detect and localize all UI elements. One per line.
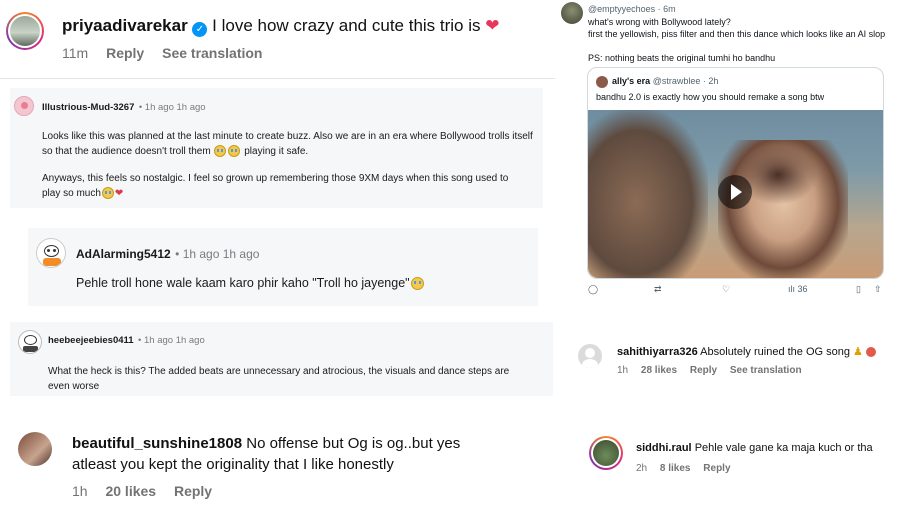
see-translation-link[interactable]: See translation (730, 365, 802, 376)
reddit-comment-card: heebeejeebies0411 • 1h ago 1h ago What t… (10, 322, 553, 396)
comment-row: beautiful_sunshine1808 No offense but Og… (72, 433, 532, 475)
avatar[interactable] (561, 2, 583, 24)
tweet-handle[interactable]: @emptyyechoes · 6m (588, 4, 676, 14)
username-link[interactable]: sahithiyarra326 (617, 346, 698, 358)
timestamp: 11m (62, 45, 89, 61)
like-icon[interactable]: ♡ (722, 284, 730, 295)
comment-meta: 1h 28 likes Reply See translation (617, 365, 802, 376)
likes-count[interactable]: 8 likes (660, 463, 691, 474)
comment-body: Looks like this was planned at the last … (42, 129, 537, 159)
avatar[interactable] (578, 344, 602, 368)
username-link[interactable]: heebeejeebies0411 (48, 335, 134, 346)
reply-button[interactable]: Reply (690, 365, 717, 376)
divider (0, 78, 555, 79)
smirk-emoji-icon (410, 277, 424, 291)
username-link[interactable]: siddhi.raul (636, 442, 692, 454)
avatar[interactable] (18, 330, 42, 354)
tweet-text: PS: nothing beats the original tumhi ho … (588, 53, 776, 63)
timestamp: • 1h ago 1h ago (138, 335, 205, 346)
crying-emoji-icon (101, 187, 114, 200)
username-link[interactable]: priyaadivarekar (62, 16, 188, 35)
comment-text: playing it safe. (244, 146, 309, 157)
retweet-icon[interactable]: ⇄ (654, 284, 662, 295)
reply-button[interactable]: Reply (174, 483, 212, 499)
heart-emoji-icon: ❤ (114, 188, 124, 199)
timestamp: 1h (617, 365, 629, 376)
bookmark-icon[interactable]: ▯ (856, 284, 861, 295)
reply-button[interactable]: Reply (703, 463, 730, 474)
reddit-comment-card: AdAlarming5412 • 1h ago 1h ago Pehle tro… (28, 228, 538, 306)
quote-handle[interactable]: @strawblee · 2h (653, 76, 719, 86)
comment-text: Anyways, this feels so nostalgic. I feel… (42, 173, 509, 184)
comment-text: play so much (42, 188, 101, 199)
username-link[interactable]: beautiful_sunshine1808 (72, 435, 242, 452)
comment-body: What the heck is this? The added beats a… (48, 364, 548, 394)
comment-text: even worse (48, 381, 100, 392)
comment-header: Illustrious-Mud-3267 • 1h ago 1h ago (42, 97, 206, 115)
comment-text: atleast you kept the originality that I … (72, 456, 394, 473)
timestamp: 2h (636, 463, 648, 474)
likes-count[interactable]: 28 likes (641, 365, 677, 376)
comment-body: Anyways, this feels so nostalgic. I feel… (42, 171, 537, 201)
username-link[interactable]: AdAlarming5412 (76, 247, 171, 261)
quoted-tweet[interactable]: ally's era @strawblee · 2h bandhu 2.0 is… (587, 67, 884, 279)
comment-meta: 11m Reply See translation (62, 45, 276, 61)
see-translation-link[interactable]: See translation (162, 45, 262, 61)
tweet-text: first the yellowish, piss filter and the… (588, 29, 886, 39)
views-icon[interactable]: ılı 36 (788, 284, 808, 294)
comment-text: Absolutely ruined the OG song (700, 346, 850, 358)
video-thumbnail[interactable] (588, 110, 883, 278)
play-icon[interactable] (718, 175, 752, 209)
tweet-actions: ◯ ⇄ ♡ ılı 36 ▯ ⇧ (588, 284, 888, 298)
quote-name[interactable]: ally's era (612, 76, 650, 86)
avatar[interactable] (14, 96, 34, 116)
comment-row: sahithiyarra326 Absolutely ruined the OG… (617, 345, 876, 358)
comment-text: I love how crazy and cute this trio is (212, 16, 481, 35)
views-count: 36 (797, 284, 808, 294)
avatar[interactable] (6, 12, 44, 50)
comment-text: No offense but Og is og..but yes (246, 435, 461, 452)
likes-count[interactable]: 20 likes (105, 483, 156, 499)
reply-button[interactable]: Reply (106, 45, 144, 61)
comment-header: AdAlarming5412 • 1h ago 1h ago (76, 245, 259, 263)
timestamp: • 1h ago 1h ago (138, 102, 206, 113)
reddit-comment-card: Illustrious-Mud-3267 • 1h ago 1h ago Loo… (10, 88, 543, 208)
avatar[interactable] (18, 432, 52, 466)
reply-icon[interactable]: ◯ (588, 284, 598, 295)
person-emoji-icon: ♟ (853, 346, 863, 358)
comment-text: Pehle vale gane ka maja kuch or tha (694, 442, 873, 454)
comment-row: siddhi.raul Pehle vale gane ka maja kuch… (636, 442, 873, 454)
comment-text: Pehle troll hone wale kaam karo phir kah… (76, 276, 410, 290)
share-icon[interactable]: ⇧ (874, 284, 882, 295)
heart-emoji-icon: ❤ (485, 16, 500, 35)
avatar[interactable] (596, 76, 608, 88)
angry-emoji-icon (865, 347, 876, 358)
comment-row: priyaadivarekar ✓ I love how crazy and c… (62, 16, 500, 37)
timestamp: 1h (72, 483, 88, 499)
tweet-body: what's wrong with Bollywood lately? firs… (588, 16, 898, 64)
comment-text: What the heck is this? The added beats a… (48, 366, 510, 377)
comment-meta: 2h 8 likes Reply (636, 463, 731, 474)
comment-meta: 1h 20 likes Reply (72, 483, 226, 499)
verified-badge-icon: ✓ (192, 22, 208, 37)
avatar[interactable] (36, 238, 66, 268)
crying-emoji-icon (228, 145, 241, 158)
quote-header: ally's era @strawblee · 2h (612, 76, 718, 86)
comment-body: Pehle troll hone wale kaam karo phir kah… (76, 276, 425, 291)
quote-text: bandhu 2.0 is exactly how you should rem… (596, 92, 825, 102)
timestamp: • 1h ago 1h ago (175, 247, 260, 261)
tweet-text: what's wrong with Bollywood lately? (588, 17, 731, 27)
avatar[interactable] (589, 436, 623, 470)
comment-header: heebeejeebies0411 • 1h ago 1h ago (48, 330, 205, 348)
crying-emoji-icon (214, 145, 227, 158)
username-link[interactable]: Illustrious-Mud-3267 (42, 102, 134, 113)
